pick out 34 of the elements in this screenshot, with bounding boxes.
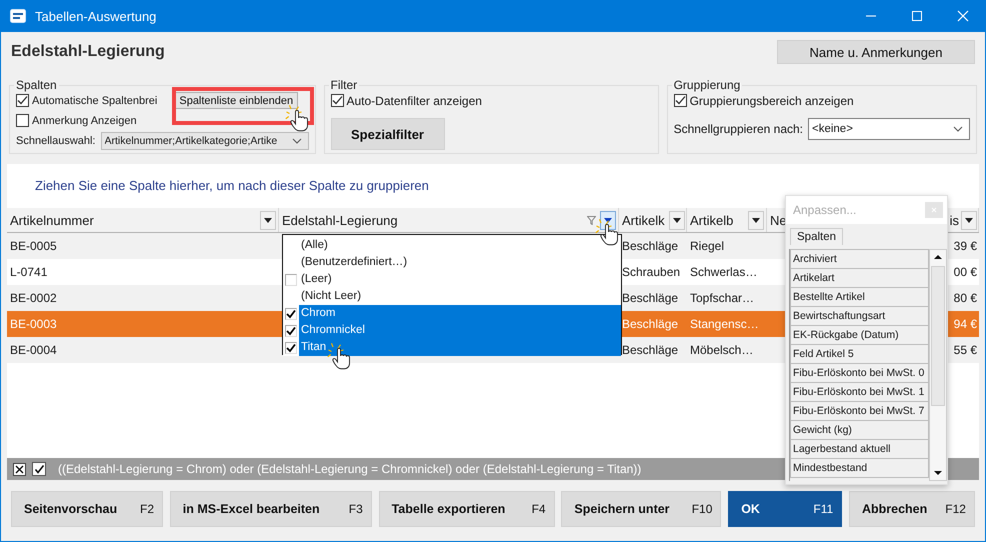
checkbox-label: Gruppierungsbereich anzeigen [690,94,854,108]
table-cell: BE-0005 [10,239,57,253]
group-title: Gruppierung [672,78,742,92]
group-by-hint: Ziehen Sie eine Spalte hierher, um nach dieser Spalte zu gruppieren [34,177,430,195]
window-title: Tabellen-Auswertung [35,8,156,24]
table-cell: 80 € [954,291,977,305]
table-cell: Beschläge [622,317,678,331]
table-cell: 94 € [954,317,977,331]
table-cell: BE-0003 [10,317,57,331]
table-cell: L-0741 [10,265,48,279]
table-cell: Schrauben [622,265,680,279]
table-cell: Riegel [690,239,724,253]
table-cell: Schwerlas… [690,265,758,279]
table-cell: 00 € [954,265,977,279]
table-cell: Beschläge [622,343,678,357]
table-cell: BE-0002 [10,291,57,305]
group-title: Filter [330,78,358,92]
field-label: Schnellauswahl: [16,134,96,146]
checkbox-label: Anmerkung Anzeigen [32,114,137,126]
table-cell: 55 € [954,343,977,357]
field-label: Schnellgruppieren nach: [674,122,803,136]
table-cell: Topfschar… [690,291,754,305]
dialog-heading: Edelstahl-Legierung [11,43,165,61]
table-cell: 39 € [954,239,977,253]
popup-title: Anpassen... [793,203,856,217]
table-cell: Möbelsch… [690,343,754,357]
table-cell: Beschläge [622,291,678,305]
table-cell: Beschläge [622,239,678,253]
checkbox-label: Automatische Spaltenbrei [32,94,158,106]
checkbox-label: Auto-Datenfilter anzeigen [346,94,482,108]
group-title: Spalten [15,78,58,92]
table-cell: Stangensc… [690,317,759,331]
table-cell: BE-0004 [10,343,57,357]
filter-expression: ((Edelstahl-Legierung = Chrom) oder (Edelstahl-Legierung = Chromnickel) oder (Edelstahl-Legierung = Titan)) [58,462,642,476]
